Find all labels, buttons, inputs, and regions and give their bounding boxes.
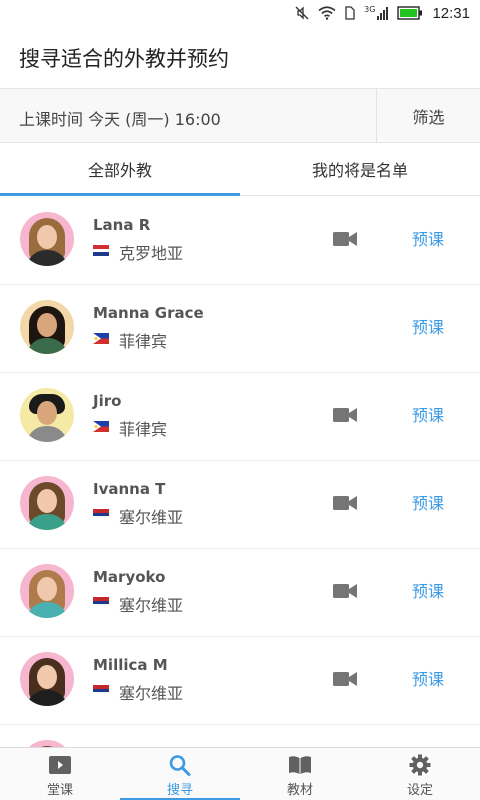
nav-label: 设定 (406, 783, 433, 798)
teacher-name: Ivanna T (93, 480, 166, 498)
teacher-name: Lana R (93, 216, 151, 234)
philippines-flag-icon (93, 333, 109, 344)
serbia-flag-icon (93, 509, 109, 520)
video-intro-icon[interactable] (333, 495, 357, 511)
filter-button[interactable]: 筛选 (377, 89, 480, 143)
croatia-flag-icon (93, 245, 109, 256)
book-button[interactable]: 预课 (400, 666, 456, 692)
nav-item-materials[interactable]: 教材 (240, 748, 360, 800)
avatar (20, 388, 74, 442)
status-bar: 3G 12:31 (0, 0, 480, 26)
filter-bar: 上课时间 今天 (周一) 16:00 筛选 (0, 88, 480, 143)
video-intro-icon[interactable] (333, 231, 357, 247)
nav-item-classes[interactable]: 堂课 (0, 748, 120, 800)
teacher-row[interactable]: Manna Grace 菲律宾 预课 (0, 285, 480, 373)
teacher-list[interactable]: Lana R 克罗地亚 预课 Manna Grace 菲律宾 预课 Jiro 菲… (0, 197, 480, 747)
status-time: 12:31 (432, 4, 470, 22)
bottom-nav: 堂课 搜寻 教材 设定 (0, 747, 480, 800)
nav-label: 搜寻 (166, 783, 193, 798)
active-tab-indicator (0, 193, 240, 196)
video-intro-icon[interactable] (333, 671, 357, 687)
video-intro-icon[interactable] (333, 583, 357, 599)
video-camera-icon (49, 756, 71, 774)
teacher-row[interactable]: Jiro 菲律宾 预课 (0, 373, 480, 461)
book-button[interactable]: 预课 (400, 314, 456, 340)
tab-all-teachers[interactable]: 全部外教 (0, 143, 240, 195)
avatar (20, 564, 74, 618)
book-icon (289, 756, 311, 774)
teacher-country: 菲律宾 (119, 420, 168, 439)
philippines-flag-icon (93, 421, 109, 432)
book-button[interactable]: 预课 (400, 578, 456, 604)
nav-item-settings[interactable]: 设定 (360, 748, 480, 800)
nav-label: 堂课 (46, 783, 73, 798)
mute-icon (295, 6, 309, 20)
serbia-flag-icon (93, 597, 109, 608)
network-type: 3G (364, 5, 376, 14)
teacher-name: Jiro (93, 392, 122, 410)
teacher-country: 塞尔维亚 (119, 508, 184, 527)
avatar (20, 476, 74, 530)
teacher-name: Millica M (93, 656, 168, 674)
search-icon (169, 755, 191, 776)
wifi-icon (318, 6, 336, 20)
book-button[interactable]: 预课 (400, 226, 456, 252)
serbia-flag-icon (93, 685, 109, 696)
book-button[interactable]: 预课 (400, 402, 456, 428)
nav-item-search[interactable]: 搜寻 (120, 748, 240, 800)
teacher-row[interactable]: Millica M 塞尔维亚 预课 (0, 637, 480, 725)
teacher-row[interactable]: Maryoko 塞尔维亚 预课 (0, 549, 480, 637)
teacher-name: Maryoko (93, 568, 166, 586)
status-icons: 3G 12:31 (295, 3, 470, 23)
gear-icon (409, 754, 431, 776)
class-time-selector[interactable]: 上课时间 今天 (周一) 16:00 (19, 106, 221, 130)
tab-my-list[interactable]: 我的将是名单 (240, 143, 480, 195)
signal-icon: 3G (364, 5, 389, 20)
teacher-country: 塞尔维亚 (119, 684, 184, 703)
nav-label: 教材 (286, 783, 313, 798)
avatar (20, 652, 74, 706)
teacher-name: Manna Grace (93, 304, 204, 322)
teacher-country: 克罗地亚 (119, 244, 184, 263)
tab-bar: 全部外教 我的将是名单 (0, 143, 480, 196)
sim-icon (345, 6, 355, 20)
teacher-row-partial[interactable] (0, 725, 480, 747)
header: 搜寻适合的外教并预约 (0, 26, 480, 88)
teacher-row[interactable]: Ivanna T 塞尔维亚 预课 (0, 461, 480, 549)
teacher-country: 菲律宾 (119, 332, 168, 351)
avatar (20, 740, 74, 747)
video-intro-icon[interactable] (333, 407, 357, 423)
avatar (20, 300, 74, 354)
battery-icon (397, 6, 423, 20)
book-button[interactable]: 预课 (400, 490, 456, 516)
teacher-row[interactable]: Lana R 克罗地亚 预课 (0, 197, 480, 285)
avatar (20, 212, 74, 266)
page-title: 搜寻适合的外教并预约 (19, 47, 229, 71)
teacher-country: 塞尔维亚 (119, 596, 184, 615)
